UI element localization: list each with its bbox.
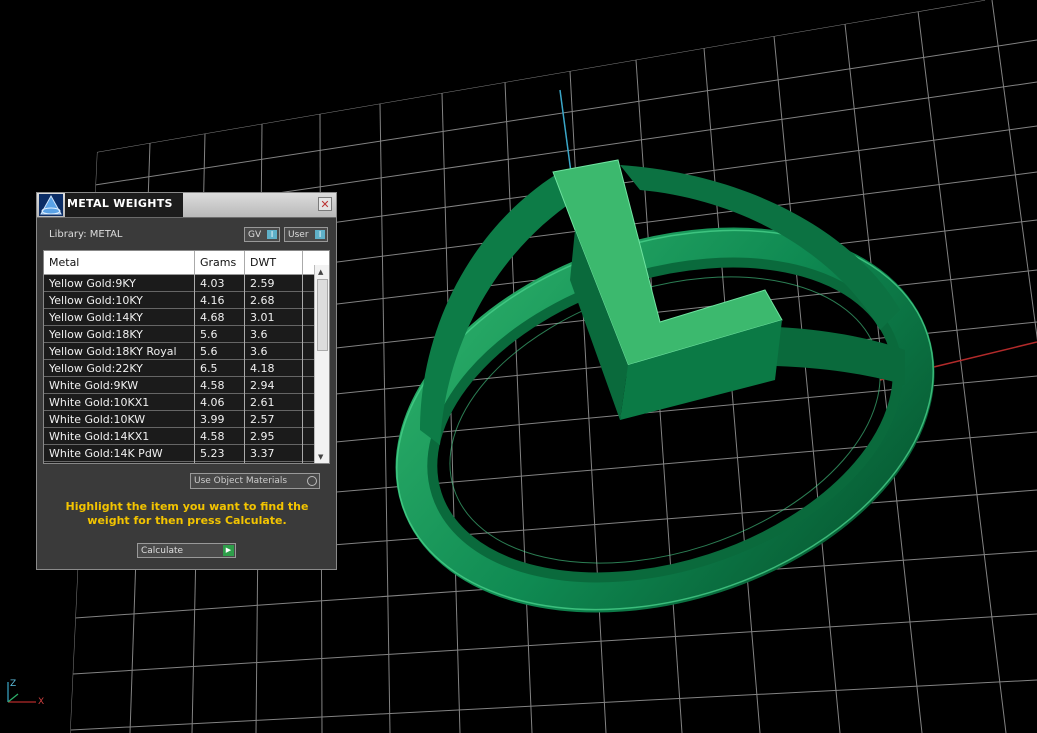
cell-dwt: 2.59 (250, 277, 275, 290)
cell-metal: Yellow Gold:10KY (49, 294, 143, 307)
table-row[interactable]: White Gold:14KX1 4.58 2.95 (44, 428, 316, 445)
table-row[interactable]: White Gold:10KW 3.99 2.57 (44, 411, 316, 428)
cell-dwt: 3.01 (250, 311, 275, 324)
axis-label-x: X (38, 697, 44, 707)
calculate-button[interactable]: Calculate ▶ (137, 543, 236, 558)
calculate-label: Calculate (141, 546, 184, 556)
panel-titlebar[interactable]: METAL WEIGHTS ✕ (37, 193, 336, 218)
table-body: Yellow Gold:9KY 4.03 2.59 Yellow Gold:10KY 4… (44, 275, 316, 463)
cell-grams: 3.99 (200, 413, 225, 426)
user-toggle-button[interactable]: User I (284, 227, 328, 242)
metal-table[interactable]: Metal Grams DWT Yellow Gold:9KY 4.03 2.59 Y… (43, 250, 330, 464)
table-row[interactable]: Yellow Gold:14KY 4.68 3.01 (44, 309, 316, 326)
cell-grams: 4.03 (200, 277, 225, 290)
table-row[interactable]: Yellow Gold:9KY 4.03 2.59 (44, 275, 316, 292)
close-button[interactable]: ✕ (318, 197, 332, 211)
cell-grams: 4.68 (200, 311, 225, 324)
cell-metal: White Gold:14KX1 (49, 430, 150, 443)
table-row[interactable]: White Gold:10KX1 4.06 2.61 (44, 394, 316, 411)
gv-toggle-button[interactable]: GV I (244, 227, 280, 242)
user-label: User (288, 230, 309, 240)
cell-metal: Yellow Gold:18KY (49, 328, 143, 341)
cell-metal: Yellow Gold:14KY (49, 311, 143, 324)
cell-metal: White Gold:10KX1 (49, 396, 150, 409)
cell-metal: White Gold:9KW (49, 379, 139, 392)
scroll-thumb[interactable] (317, 279, 328, 351)
gv-indicator-icon: I (267, 230, 277, 239)
cell-grams: 5.6 (200, 328, 218, 341)
table-row[interactable]: White Gold:9KW 4.58 2.94 (44, 377, 316, 394)
column-header-grams[interactable]: Grams (200, 256, 236, 269)
cell-grams: 4.58 (200, 379, 225, 392)
table-row[interactable]: Yellow Gold:10KY 4.16 2.68 (44, 292, 316, 309)
close-icon: ✕ (320, 198, 330, 211)
table-row[interactable]: Yellow Gold:22KY 6.5 4.18 (44, 360, 316, 377)
radio-icon (307, 476, 317, 486)
column-header-dwt[interactable]: DWT (250, 256, 276, 269)
cell-grams: 4.58 (200, 430, 225, 443)
scroll-up-icon[interactable]: ▲ (318, 268, 323, 276)
table-header: Metal Grams DWT (44, 251, 316, 275)
gv-label: GV (248, 230, 262, 240)
library-label: Library: METAL (49, 229, 123, 240)
cell-metal: Yellow Gold:22KY (49, 362, 143, 375)
play-arrow-icon: ▶ (223, 545, 234, 556)
cell-dwt: 3.37 (250, 447, 275, 460)
panel-title: METAL WEIGHTS (67, 197, 173, 210)
axis-gizmo: Z X (7, 679, 44, 707)
cell-dwt: 3.6 (250, 345, 268, 358)
cell-dwt: 2.61 (250, 396, 275, 409)
cell-grams: 4.06 (200, 396, 225, 409)
cell-metal: White Gold:14K PdW (49, 447, 163, 460)
cell-grams: 6.5 (200, 362, 218, 375)
cell-metal: White Gold:10KW (49, 413, 146, 426)
app-logo-icon (39, 194, 63, 216)
table-scrollbar[interactable]: ▲ ▼ (314, 265, 329, 463)
instruction-text: Highlight the item you want to find the … (65, 500, 309, 527)
title-area: METAL WEIGHTS (65, 193, 183, 217)
scroll-down-icon[interactable]: ▼ (318, 453, 323, 461)
cell-dwt: 2.57 (250, 413, 275, 426)
cell-grams: 5.23 (200, 447, 225, 460)
metal-weights-panel: METAL WEIGHTS ✕ Library: METAL GV I User… (36, 192, 337, 570)
column-header-metal[interactable]: Metal (49, 256, 79, 269)
user-indicator-icon: I (315, 230, 325, 239)
axis-label-z: Z (10, 679, 16, 689)
table-row[interactable]: Yellow Gold:18KY Royal 5.6 3.6 (44, 343, 316, 360)
cell-dwt: 3.6 (250, 328, 268, 341)
cell-dwt: 2.68 (250, 294, 275, 307)
cell-dwt: 4.18 (250, 362, 275, 375)
table-row[interactable]: White Gold:14K PdW 5.23 3.37 (44, 445, 316, 462)
cell-metal: Yellow Gold:18KY Royal (49, 345, 177, 358)
table-row[interactable]: Yellow Gold:18KY 5.6 3.6 (44, 326, 316, 343)
cell-dwt: 2.95 (250, 430, 275, 443)
y-axis-line (559, 89, 573, 181)
ring-model[interactable] (348, 159, 983, 675)
use-object-materials-toggle[interactable]: Use Object Materials (190, 473, 320, 489)
cell-grams: 4.16 (200, 294, 225, 307)
cell-grams: 5.6 (200, 345, 218, 358)
cell-metal: Yellow Gold:9KY (49, 277, 136, 290)
cell-dwt: 2.94 (250, 379, 275, 392)
use-object-materials-label: Use Object Materials (194, 476, 288, 486)
